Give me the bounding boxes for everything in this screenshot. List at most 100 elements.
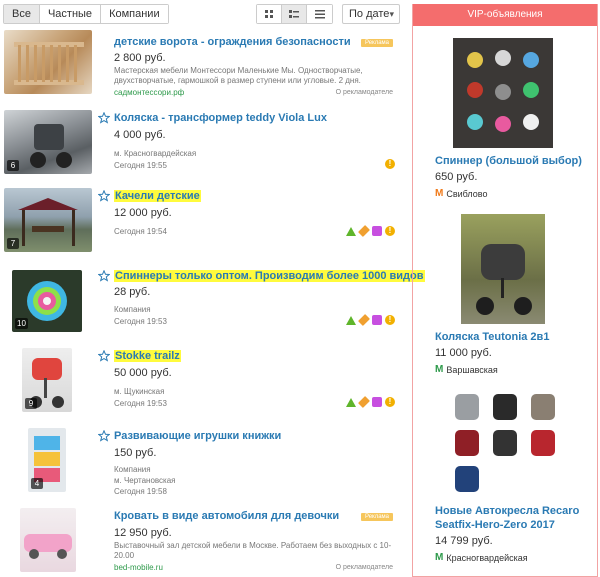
item-title-row: Качели детские xyxy=(98,190,201,202)
item-date: Сегодня 19:54 xyxy=(114,227,167,236)
metro-icon: M xyxy=(435,188,444,199)
vip-icon[interactable] xyxy=(372,226,382,236)
advertiser-info-link[interactable]: О рекламодателе xyxy=(336,89,393,96)
item-description: Мастерская мебели Монтессори Маленькие М… xyxy=(114,66,363,85)
item-badges: ! xyxy=(346,224,395,238)
item-title[interactable]: Коляска - трансформер teddy Viola Lux xyxy=(114,112,327,124)
car-bed-illustration xyxy=(24,534,72,559)
highlight-pen-icon[interactable] xyxy=(357,224,371,238)
tab-private[interactable]: Частные xyxy=(39,5,102,23)
advertiser-info-link[interactable]: О рекламодателе xyxy=(336,564,393,571)
item-title-row: детские ворота - ограждения безопасности xyxy=(114,36,351,48)
item-title-row: Развивающие игрушки книжки xyxy=(98,430,281,442)
item-metro: м. Красногвардейская xyxy=(114,149,197,158)
list-item: детские ворота - ограждения безопасности… xyxy=(0,30,405,100)
item-photo[interactable]: 6 xyxy=(4,110,92,174)
vip-photo[interactable] xyxy=(449,390,561,498)
vip-header: VIP-объявления xyxy=(413,4,597,26)
info-icon[interactable]: ! xyxy=(385,315,395,325)
tab-all[interactable]: Все xyxy=(4,5,40,23)
listing-list: детские ворота - ограждения безопасности… xyxy=(0,26,425,577)
photo-count: 4 xyxy=(31,478,43,489)
tab-companies[interactable]: Компании xyxy=(101,5,168,23)
vip-item-metro: M Красногвардейская xyxy=(435,552,528,563)
promo-badge: Реклама xyxy=(361,39,393,47)
item-title[interactable]: Stokke trailz xyxy=(114,350,181,362)
grid-icon xyxy=(265,10,273,18)
item-title[interactable]: Спиннеры только оптом. Производим более … xyxy=(114,270,425,282)
info-icon[interactable]: ! xyxy=(385,226,395,236)
item-price: 12 000 руб. xyxy=(114,207,172,219)
item-photo[interactable]: 7 xyxy=(4,188,92,252)
item-description: Выставочный зал детской мебели в Москве.… xyxy=(114,541,392,560)
info-icon[interactable]: ! xyxy=(385,159,395,169)
favorite-star-icon[interactable] xyxy=(98,190,110,202)
favorite-star-icon[interactable] xyxy=(98,270,110,282)
item-title[interactable]: Качели детские xyxy=(114,190,201,202)
list-item: 4 Развивающие игрушки книжки 150 руб. Ко… xyxy=(0,426,405,498)
item-seller-type: Компания xyxy=(114,305,151,314)
info-icon[interactable]: ! xyxy=(385,397,395,407)
item-photo[interactable] xyxy=(20,508,76,572)
item-title[interactable]: Кровать в виде автомобиля для девочки xyxy=(114,510,339,522)
item-photo[interactable]: 4 xyxy=(28,428,66,492)
photo-count: 10 xyxy=(15,318,28,329)
raise-arrow-icon[interactable] xyxy=(346,398,356,407)
item-badges: ! xyxy=(346,313,395,327)
item-title-row: Коляска - трансформер teddy Viola Lux xyxy=(98,112,327,124)
item-date: Сегодня 19:53 xyxy=(114,399,167,408)
photo-count: 9 xyxy=(25,398,37,409)
vip-item: Коляска Teutonia 2в1 11 000 руб. M Варша… xyxy=(413,210,597,380)
sort-select[interactable]: По дате ▾ xyxy=(342,4,400,24)
favorite-star-icon[interactable] xyxy=(98,430,110,442)
compact-list-icon xyxy=(314,10,325,19)
item-price: 150 руб. xyxy=(114,447,157,459)
vip-metro-label: Красногвардейская xyxy=(446,552,528,563)
list-view-button[interactable] xyxy=(282,5,307,23)
item-date: Сегодня 19:58 xyxy=(114,487,167,496)
promo-badge: Реклама xyxy=(361,513,393,521)
item-price: 2 800 руб. xyxy=(114,52,166,64)
vip-item-title[interactable]: Новые Автокресла Recaro Seatfix-Hero-Zer… xyxy=(435,504,595,532)
item-photo[interactable] xyxy=(4,30,92,94)
vip-item-price: 14 799 руб. xyxy=(435,535,493,547)
vip-icon[interactable] xyxy=(372,397,382,407)
vip-icon[interactable] xyxy=(372,315,382,325)
item-site-link[interactable]: садмонтессори.рф xyxy=(114,88,184,97)
car-seats-illustration xyxy=(455,394,555,492)
compact-view-button[interactable] xyxy=(307,5,332,23)
item-price: 12 950 руб. xyxy=(114,527,172,539)
vip-item: Новые Автокресла Recaro Seatfix-Hero-Zer… xyxy=(413,386,597,576)
item-price: 4 000 руб. xyxy=(114,129,166,141)
vip-item-title[interactable]: Спиннер (большой выбор) xyxy=(435,154,595,168)
vip-photo[interactable] xyxy=(453,38,553,148)
raise-arrow-icon[interactable] xyxy=(346,316,356,325)
item-title[interactable]: Развивающие игрушки книжки xyxy=(114,430,281,442)
item-title[interactable]: детские ворота - ограждения безопасности xyxy=(114,36,351,48)
vip-photo[interactable] xyxy=(461,214,545,324)
item-metro: м. Щукинская xyxy=(114,387,165,396)
photo-count: 7 xyxy=(7,238,19,249)
highlight-pen-icon[interactable] xyxy=(357,313,371,327)
vip-item-title[interactable]: Коляска Teutonia 2в1 xyxy=(435,330,595,344)
item-date: Сегодня 19:55 xyxy=(114,161,167,170)
highlight-pen-icon[interactable] xyxy=(357,395,371,409)
vip-item: Спиннер (большой выбор) 650 руб. M Свибл… xyxy=(413,34,597,204)
stroller-teutonia-illustration xyxy=(476,244,532,315)
item-photo[interactable]: 9 xyxy=(22,348,72,412)
vip-item-price: 11 000 руб. xyxy=(435,347,492,359)
list-item: 6 Коляска - трансформер teddy Viola Lux … xyxy=(0,108,405,178)
favorite-star-icon[interactable] xyxy=(98,350,110,362)
view-mode-switcher xyxy=(256,4,333,24)
list-item: 10 Спиннеры только оптом. Производим бол… xyxy=(0,266,425,338)
item-site-link[interactable]: bed-mobile.ru xyxy=(114,563,163,572)
grid-view-button[interactable] xyxy=(257,5,282,23)
list-item: 9 Stokke trailz 50 000 руб. м. Щукинская… xyxy=(0,346,405,418)
metro-icon: M xyxy=(435,364,444,375)
favorite-star-icon[interactable] xyxy=(98,112,110,124)
raise-arrow-icon[interactable] xyxy=(346,227,356,236)
chevron-down-icon: ▾ xyxy=(389,9,394,19)
item-title-row: Кровать в виде автомобиля для девочки xyxy=(114,510,339,522)
item-photo[interactable]: 10 xyxy=(12,270,82,332)
item-price: 28 руб. xyxy=(114,286,151,298)
